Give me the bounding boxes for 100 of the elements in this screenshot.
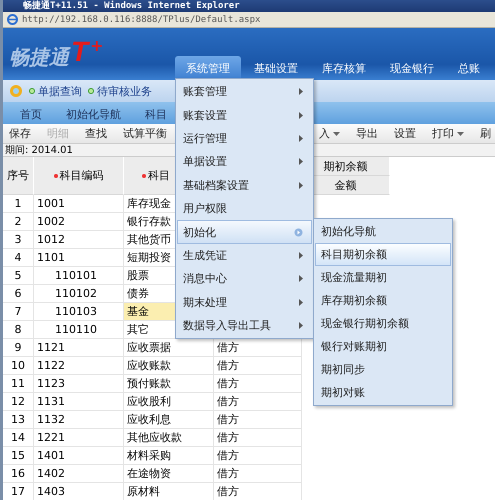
table-cell: 1402 — [34, 465, 124, 483]
row-number: 4 — [3, 249, 34, 267]
row-number: 3 — [3, 231, 34, 249]
submenu-arrow-icon — [299, 158, 303, 166]
table-cell: 材料采购 — [124, 447, 214, 465]
period-label: 期间: 2014.01 — [5, 144, 73, 157]
menu-item[interactable]: 初始化导航 — [315, 220, 451, 243]
table-cell: 应收股利 — [124, 393, 214, 411]
row-number: 13 — [3, 411, 34, 429]
toolbar-button[interactable]: 刷 — [480, 126, 491, 141]
table-cell: 110103 — [34, 303, 124, 321]
table-cell: 借方 — [214, 483, 302, 500]
submenu-arrow-icon — [299, 322, 303, 330]
table-cell: 应收账款 — [124, 357, 214, 375]
table-cell: 1401 — [34, 447, 124, 465]
nav-tab[interactable]: 基础设置 — [243, 56, 309, 80]
row-number: 14 — [3, 429, 34, 447]
table-cell: 借方 — [214, 393, 302, 411]
table-cell: 应收利息 — [124, 411, 214, 429]
row-number: 9 — [3, 339, 34, 357]
table-cell: 1002 — [34, 213, 124, 231]
toolbar-button[interactable]: 入 — [319, 126, 340, 141]
page-tab[interactable]: 初始化导航 — [55, 105, 132, 124]
required-icon — [54, 174, 58, 178]
nav-tab[interactable]: 库存核算 — [311, 56, 377, 80]
page-tab[interactable]: 首页 — [9, 105, 53, 124]
table-cell: 预付账款 — [124, 375, 214, 393]
table-cell: 1012 — [34, 231, 124, 249]
row-number: 16 — [3, 465, 34, 483]
caret-icon — [457, 132, 464, 136]
sun-icon — [9, 84, 23, 98]
submenu-arrow-icon — [299, 182, 303, 189]
menu-item[interactable]: 运行管理 — [177, 126, 312, 150]
table-cell: 1131 — [34, 393, 124, 411]
toolbar-button[interactable]: 保存 — [9, 126, 31, 141]
caret-icon — [333, 132, 340, 136]
menu-item[interactable]: 库存期初余额 — [315, 289, 451, 312]
table-cell: 110110 — [34, 321, 124, 339]
menu-item[interactable]: 期初对账 — [315, 381, 451, 404]
nav-tab[interactable]: 总账 — [447, 56, 491, 80]
menu-item[interactable]: 账套管理 — [177, 80, 312, 104]
row-number: 8 — [3, 321, 34, 339]
table-cell: 在途物资 — [124, 465, 214, 483]
table-cell: 1121 — [34, 339, 124, 357]
address-bar[interactable]: http://192.168.0.116:8888/TPlus/Default.aspx — [3, 12, 495, 28]
row-number: 6 — [3, 285, 34, 303]
table-cell: 借方 — [214, 447, 302, 465]
table-cell: 1101 — [34, 249, 124, 267]
row-number: 1 — [3, 195, 34, 213]
submenu-arrow-icon — [299, 88, 303, 96]
quick-link[interactable]: 待审核业务 — [88, 84, 152, 98]
column-header: 科目编码 — [34, 157, 124, 195]
toolbar-button[interactable]: 试算平衡 — [123, 126, 167, 141]
row-number: 5 — [3, 267, 34, 285]
table-cell: 借方 — [214, 465, 302, 483]
table-cell: 1132 — [34, 411, 124, 429]
required-icon — [142, 174, 146, 178]
column-header: 序号 — [3, 157, 34, 195]
menu-item[interactable]: 现金银行期初余额 — [315, 312, 451, 335]
toolbar-button[interactable]: 导出 — [356, 126, 378, 141]
window-title: 畅捷通T+11.51 - Windows Internet Explorer — [3, 0, 495, 12]
submenu-arrow-icon — [299, 275, 303, 282]
table-cell: 其他应收款 — [124, 429, 214, 447]
quick-link[interactable]: 单据查询 — [29, 84, 82, 98]
row-number: 15 — [3, 447, 34, 465]
url-text: http://192.168.0.116:8888/TPlus/Default.aspx — [22, 14, 260, 24]
toolbar-button[interactable]: 设置 — [394, 126, 416, 141]
table-cell: 1122 — [34, 357, 124, 375]
nav-tab[interactable]: 现金银行 — [379, 56, 445, 80]
menu-item[interactable]: 银行对账期初 — [315, 335, 451, 358]
table-cell: 原材料 — [124, 483, 214, 500]
submenu-arrow-icon — [299, 252, 303, 259]
browser-icon — [7, 14, 18, 25]
submenu-arrow-icon — [299, 298, 303, 306]
submenu-arrow-icon — [299, 112, 303, 119]
table-cell: 1001 — [34, 195, 124, 213]
menu-item[interactable]: 科目期初余额 — [315, 243, 451, 266]
table-cell: 110101 — [34, 267, 124, 285]
menu-item[interactable]: 账套设置 — [177, 103, 312, 127]
menu-item[interactable]: 期初同步 — [315, 358, 451, 381]
submenu-arrow-icon — [299, 134, 303, 142]
table-cell: 借方 — [214, 429, 302, 447]
table-cell: 借方 — [214, 339, 302, 357]
menu-item[interactable]: 初始化 — [177, 220, 312, 244]
table-cell: 110102 — [34, 285, 124, 303]
row-number: 12 — [3, 393, 34, 411]
table-cell: 借方 — [214, 411, 302, 429]
row-number: 7 — [3, 303, 34, 321]
table-cell: 1221 — [34, 429, 124, 447]
menu-item[interactable]: 现金流量期初 — [315, 266, 451, 289]
table-cell: 借方 — [214, 375, 302, 393]
table-cell: 1123 — [34, 375, 124, 393]
page-tab[interactable]: 科目 — [134, 105, 178, 124]
row-number: 11 — [3, 375, 34, 393]
toolbar-button[interactable]: 打印 — [432, 126, 464, 141]
table-cell: 借方 — [214, 357, 302, 375]
row-number: 2 — [3, 213, 34, 231]
table-cell: 应收票据 — [124, 339, 214, 357]
toolbar-button[interactable]: 查找 — [85, 126, 107, 141]
row-number: 10 — [3, 357, 34, 375]
